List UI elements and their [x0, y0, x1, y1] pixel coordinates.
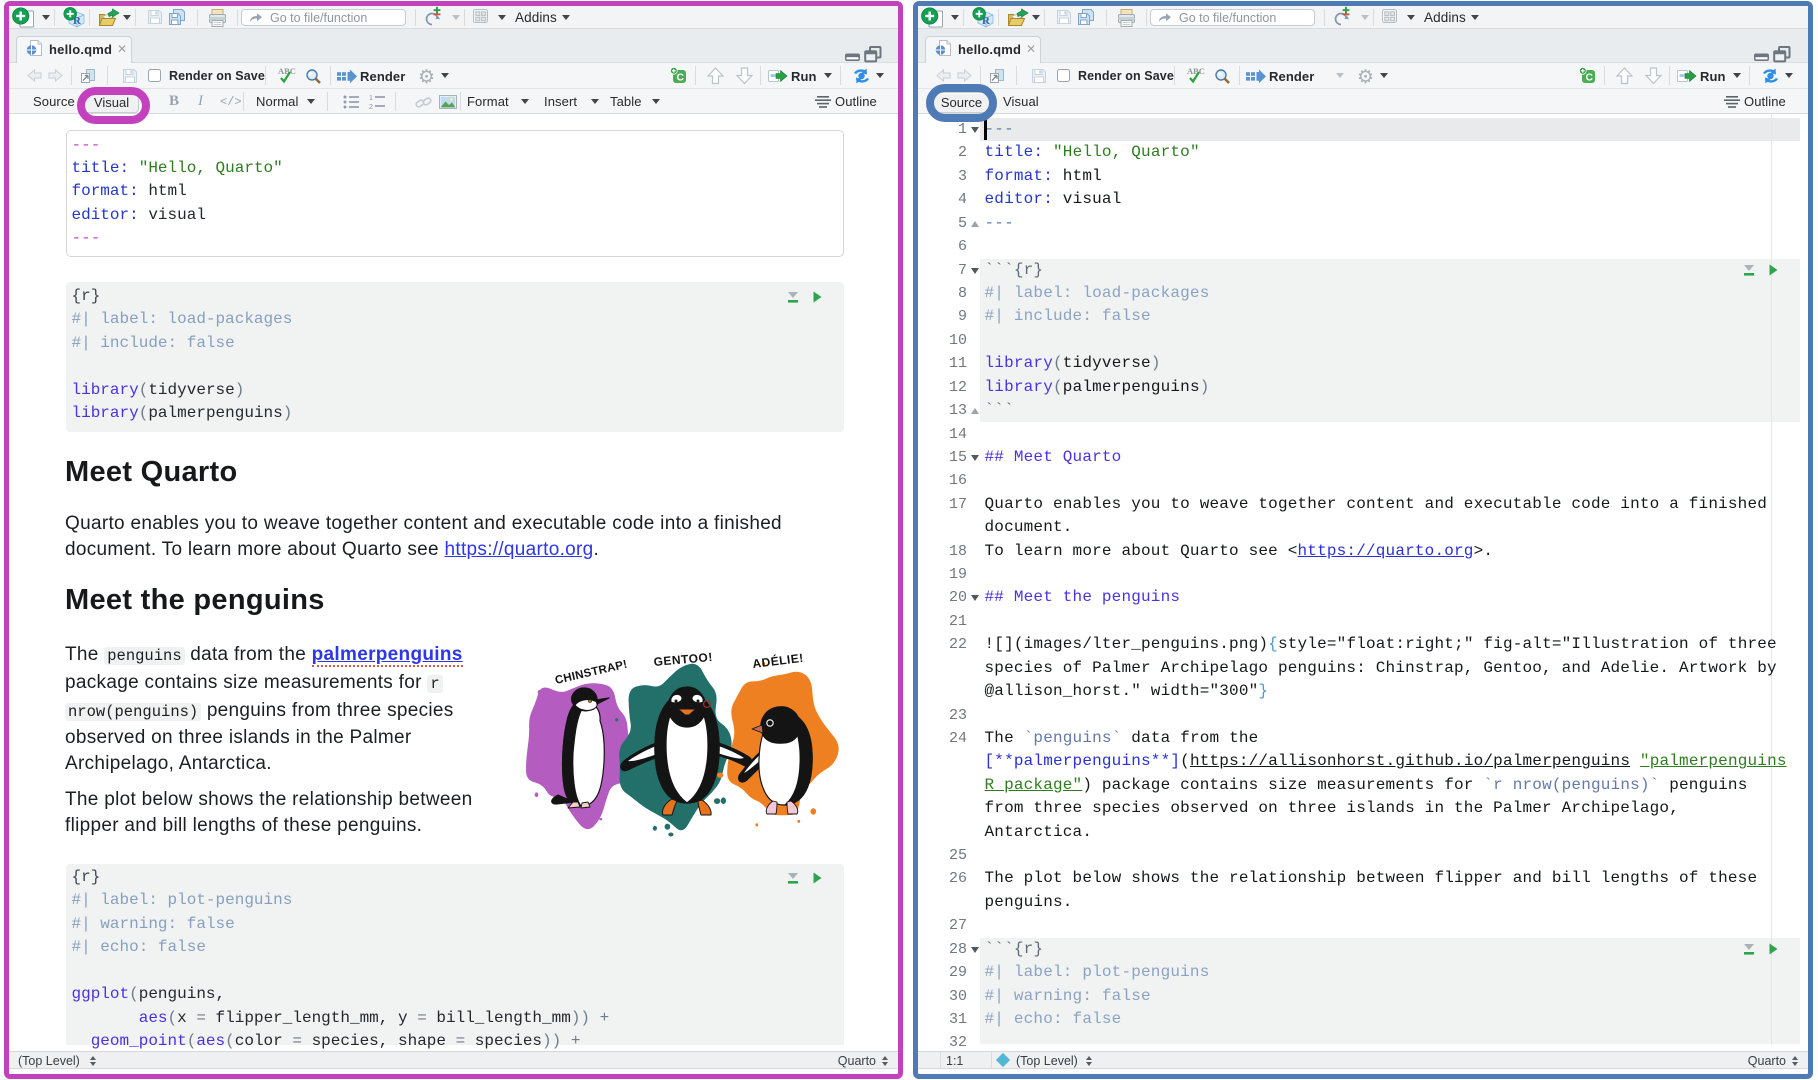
svg-text:GENTOO!: GENTOO!: [653, 650, 713, 669]
svg-text:ABC: ABC: [1187, 66, 1205, 76]
svg-text:C: C: [677, 72, 685, 84]
svg-text:C: C: [1586, 72, 1594, 84]
svg-text:2: 2: [369, 104, 373, 111]
svg-text:CHINSTRAP!: CHINSTRAP!: [554, 659, 629, 687]
svg-text:1: 1: [369, 95, 373, 102]
svg-text:ADÉLIE!: ADÉLIE!: [752, 650, 805, 671]
svg-text:ABC: ABC: [278, 66, 296, 76]
